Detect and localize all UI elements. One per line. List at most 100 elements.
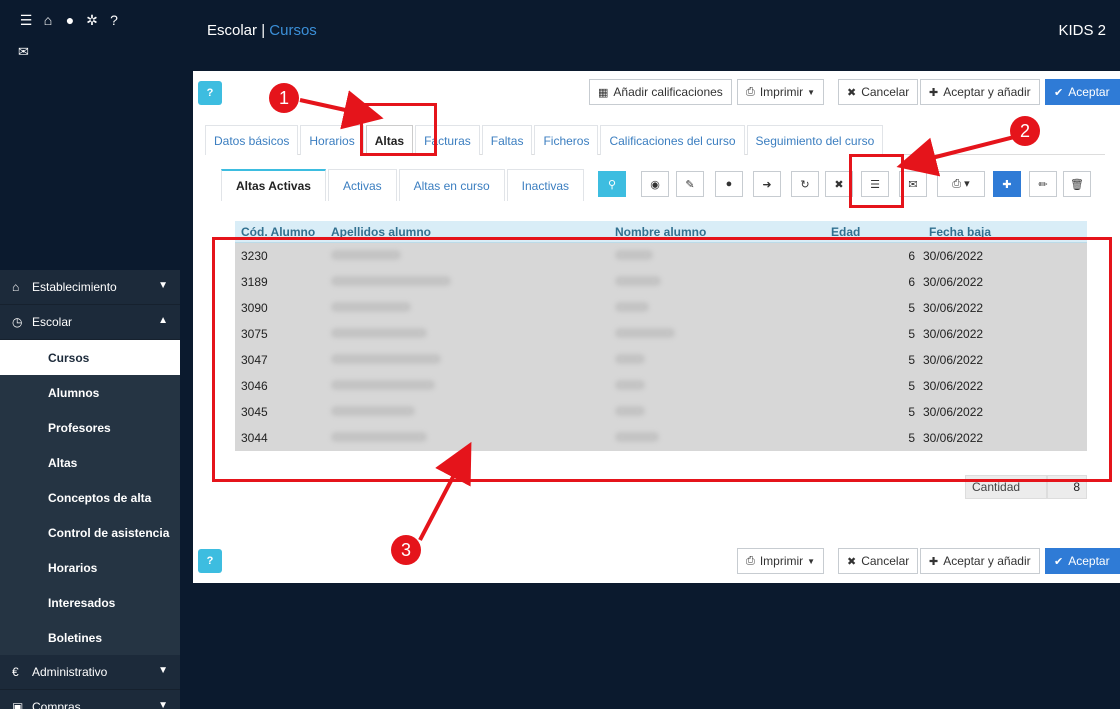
chevron-up-icon: ▲ [158,315,168,326]
gear-icon[interactable]: ✲ [84,12,100,28]
euro-icon: € [12,665,19,679]
sidebar-item-conceptos-de-alta[interactable]: Conceptos de alta [0,480,180,515]
sidebar-menu: ⌂ Establecimiento ▼ ◷ Escolar ▲ Cursos A… [0,270,180,709]
printer-icon: ⎙ ▾ [952,178,970,190]
sidebar-item-profesores[interactable]: Profesores [0,410,180,445]
sidebar-item-cursos[interactable]: Cursos [0,340,180,375]
sidebar-section-escolar[interactable]: ◷ Escolar ▲ [0,305,180,340]
accept-label: Aceptar [1068,85,1110,99]
sidebar-section-label: Administrativo [32,665,108,679]
print-dropdown-grid[interactable]: ⎙ ▾ [937,171,985,197]
edit-icon: ✎ [685,178,695,191]
sidebar-item-altas[interactable]: Altas [0,445,180,480]
subtab-altas-en-curso[interactable]: Altas en curso [398,169,505,201]
sidebar-section-compras[interactable]: ▣ Compras ▼ [0,690,180,709]
accept-button-bottom[interactable]: ✔ Aceptar [1045,548,1120,574]
chevron-down-icon: ▼ [158,665,168,676]
cancel-label: Cancelar [861,554,910,568]
add-grades-label: Añadir calificaciones [613,85,723,99]
cancel-button-top[interactable]: ✖ Cancelar [838,79,919,105]
eye-icon: ◉ [650,178,660,191]
add-button[interactable]: ✚ [993,171,1021,197]
subtab-altas-activas[interactable]: Altas Activas [221,169,326,201]
subtab-activas[interactable]: Activas [327,169,397,201]
accept-button-top[interactable]: ✔ Aceptar [1045,79,1120,105]
close-icon: ✖ [847,555,857,568]
print-dropdown-top[interactable]: ⎙ Imprimir ▼ [737,79,825,105]
top-bar [180,0,1120,68]
help-button-top[interactable]: ? [198,81,222,105]
annotation-number-1: 1 [269,83,299,113]
chevron-down-icon: ▼ [158,700,168,709]
home-icon[interactable]: ⌂ [40,12,56,28]
student-button[interactable]: ● [715,171,743,197]
sidebar-item-interesados[interactable]: Interesados [0,585,180,620]
breadcrumb-separator: | [261,22,266,39]
tab-faltas[interactable]: Faltas [481,125,533,155]
user-icon[interactable]: ● [62,12,78,28]
breadcrumb-link-cursos[interactable]: Cursos [269,22,317,39]
annotation-number-2: 2 [1010,116,1040,146]
tab-datos-basicos[interactable]: Datos básicos [205,125,299,155]
close-icon: ✖ [847,86,857,99]
chevron-down-icon: ▼ [158,280,168,291]
trash-icon: 🗑 [1070,178,1084,191]
accept-add-button-bottom[interactable]: ✚ Aceptar y añadir [920,548,1040,574]
delete-button[interactable]: 🗑 [1063,171,1091,197]
forward-button[interactable]: ➜ [753,171,781,197]
tab-seguimiento-del-curso[interactable]: Seguimiento del curso [746,125,884,155]
print-label: Imprimir [759,554,804,568]
cancel-button-bottom[interactable]: ✖ Cancelar [838,548,919,574]
print-dropdown-bottom[interactable]: ⎙ Imprimir ▼ [737,548,825,574]
sidebar-item-boletines[interactable]: Boletines [0,620,180,655]
edit-button[interactable]: ✏ [1029,171,1057,197]
print-label: Imprimir [759,85,804,99]
sidebar-section-administrativo[interactable]: € Administrativo ▼ [0,655,180,690]
edit-note-button[interactable]: ✎ [676,171,704,197]
accept-label: Aceptar [1068,554,1110,568]
sub-tabs: Altas Activas Activas Altas en curso Ina… [221,169,586,201]
sidebar-section-establecimiento[interactable]: ⌂ Establecimiento ▼ [0,270,180,305]
search-icon: ⚲ [607,178,617,191]
search-button[interactable]: ⚲ [598,171,626,197]
table-icon: ▦ [598,86,609,99]
cancel-label: Cancelar [861,85,910,99]
printer-icon: ⎙ [746,85,755,98]
view-button[interactable]: ◉ [641,171,669,197]
accept-add-label: Aceptar y añadir [943,554,1031,568]
check-icon: ✔ [1054,86,1064,99]
tab-calificaciones-del-curso[interactable]: Calificaciones del curso [600,125,745,155]
annotation-box-list-button [849,154,904,208]
sidebar-top: ☰ ⌂ ● ✲ ? ✉ [0,0,180,68]
accept-add-button-top[interactable]: ✚ Aceptar y añadir [920,79,1040,105]
caret-down-icon: ▼ [807,87,816,97]
tab-ficheros[interactable]: Ficheros [534,125,599,155]
sidebar-section-label: Compras [32,700,81,709]
breadcrumb-main: Escolar [207,22,258,39]
brand-name: KIDS 2 [1058,22,1106,39]
annotation-box-table [212,237,1112,482]
sidebar-section-label: Establecimiento [32,280,117,294]
chat-icon[interactable]: ✉ [18,44,29,60]
close-icon: ✖ [834,178,844,191]
bag-icon: ▣ [12,700,24,709]
envelope-icon: ✉ [908,178,918,191]
plus-icon: ✚ [929,555,939,568]
subtab-inactivas[interactable]: Inactivas [506,169,585,201]
tab-horarios[interactable]: Horarios [300,125,364,155]
plus-icon: ✚ [929,86,939,99]
help-icon[interactable]: ? [106,12,122,28]
caret-down-icon: ▼ [807,556,816,566]
add-grades-button[interactable]: ▦ Añadir calificaciones [589,79,732,105]
refresh-button[interactable]: ↻ [791,171,819,197]
clock-icon: ◷ [12,315,23,329]
plus-icon: ✚ [1002,178,1012,191]
sidebar-item-horarios[interactable]: Horarios [0,550,180,585]
annotation-box-altas-tab [360,103,437,156]
list-icon[interactable]: ☰ [18,12,34,28]
sidebar-item-control-de-asistencia[interactable]: Control de asistencia [0,515,180,550]
sidebar-item-alumnos[interactable]: Alumnos [0,375,180,410]
help-button-bottom[interactable]: ? [198,549,222,573]
breadcrumb: Escolar | Cursos [207,22,317,39]
user-icon: ● [725,178,733,190]
